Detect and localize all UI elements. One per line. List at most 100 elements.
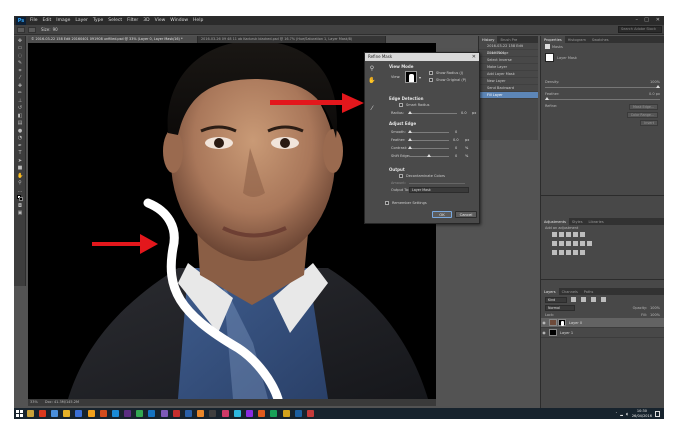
feather-value[interactable]: 0.0 px [649, 92, 660, 96]
taskbar-app-icon[interactable] [148, 410, 156, 417]
color-balance-icon[interactable] [559, 241, 564, 246]
posterize-icon[interactable] [559, 250, 564, 255]
heal-icon[interactable]: ✚ [17, 83, 23, 89]
tab-history[interactable]: History [479, 36, 498, 43]
menu-type[interactable]: Type [93, 18, 103, 23]
taskbar-app-icon[interactable] [233, 410, 241, 417]
close-icon[interactable]: ✕ [472, 53, 476, 61]
taskbar-app-icon[interactable] [197, 410, 205, 417]
mask-edge-button[interactable]: Mask Edge... [629, 104, 658, 110]
taskbar-app-icon[interactable] [160, 410, 168, 417]
taskbar-app-icon[interactable] [99, 410, 107, 417]
bw-icon[interactable] [566, 241, 571, 246]
taskbar-app-icon[interactable] [111, 410, 119, 417]
tab-styles[interactable]: Styles [569, 218, 586, 225]
brush-preset-picker[interactable] [28, 26, 36, 33]
layer-name[interactable]: Layer 1 [560, 331, 573, 335]
taskbar-app-icon[interactable] [136, 410, 144, 417]
show-radius-checkbox[interactable] [429, 71, 433, 75]
history-item[interactable]: Send Backward [479, 85, 538, 92]
history-item-active[interactable]: Fill Layer [479, 92, 538, 99]
menu-edit[interactable]: Edit [43, 18, 52, 23]
stamp-icon[interactable]: ⊥ [17, 98, 23, 104]
fill-value[interactable]: 100% [650, 313, 660, 317]
selective-color-icon[interactable] [573, 250, 578, 255]
radius-slider-knob[interactable] [408, 111, 412, 114]
mask-thumbnail[interactable] [558, 319, 566, 326]
threshold-icon[interactable] [566, 250, 571, 255]
filter-shape-icon[interactable] [601, 297, 606, 302]
exposure-icon[interactable] [573, 232, 578, 237]
taskbar-app-icon[interactable] [38, 410, 46, 417]
taskbar-app-icon[interactable] [50, 410, 58, 417]
zoom-icon[interactable]: ⚲ [17, 180, 23, 186]
shape-icon[interactable]: ■ [17, 165, 23, 171]
type-icon[interactable]: T [17, 150, 23, 156]
feather-slider-knob[interactable] [408, 138, 412, 141]
taskbar-app-icon[interactable] [26, 410, 34, 417]
history-item[interactable]: Select Inverse [479, 57, 538, 64]
smart-radius-checkbox[interactable] [399, 103, 403, 107]
show-original-checkbox[interactable] [429, 78, 433, 82]
menu-filter[interactable]: Filter [127, 18, 138, 23]
smooth-slider[interactable] [409, 132, 449, 133]
ok-button[interactable]: OK [432, 211, 452, 218]
menu-view[interactable]: View [155, 18, 166, 23]
tab-swatches[interactable]: Swatches [589, 36, 612, 43]
taskbar-app-icon[interactable] [87, 410, 95, 417]
levels-icon[interactable] [559, 232, 564, 237]
density-slider[interactable] [545, 85, 660, 88]
minimize-button[interactable]: – [636, 17, 639, 23]
color-swatch-icon[interactable] [17, 195, 23, 201]
filter-type-icon[interactable] [591, 297, 596, 302]
hue-icon[interactable] [552, 241, 557, 246]
gradient-icon[interactable]: ▤ [17, 120, 23, 126]
taskbar-app-icon[interactable] [245, 410, 253, 417]
smooth-value[interactable]: 0 [455, 130, 457, 134]
tab-histogram[interactable]: Histogram [565, 36, 589, 43]
marquee-icon[interactable]: ▭ [17, 45, 23, 51]
taskbar-app-icon[interactable] [209, 410, 217, 417]
layer-row[interactable]: ◉ Layer 1 [541, 328, 664, 338]
contrast-slider-knob[interactable] [408, 146, 412, 149]
close-window-button[interactable]: ✕ [656, 17, 660, 23]
feather-slider[interactable] [545, 97, 660, 100]
more-icon[interactable]: … [17, 188, 23, 194]
pen-icon[interactable]: ✒ [17, 143, 23, 149]
path-select-icon[interactable]: ➤ [17, 158, 23, 164]
dodge-icon[interactable]: ◔ [17, 135, 23, 141]
brush-icon[interactable]: ✏ [17, 90, 23, 96]
layer-name[interactable]: Layer 0 [569, 321, 582, 325]
zoom-level[interactable]: 33% [30, 400, 38, 404]
eraser-icon[interactable]: ◧ [17, 113, 23, 119]
radius-slider[interactable] [409, 113, 457, 114]
hand-icon[interactable]: ✋ [17, 173, 23, 179]
layer-row[interactable]: ◉ Layer 0 [541, 318, 664, 328]
curves-icon[interactable] [566, 232, 571, 237]
menu-help[interactable]: Help [193, 18, 203, 23]
hand-icon[interactable]: ✋ [368, 77, 376, 85]
size-value[interactable]: 90 [53, 27, 58, 32]
taskbar-app-icon[interactable] [270, 410, 278, 417]
tab-second-document[interactable]: 2016-03-26 09 48 11 ab Kaduruk blacked.p… [198, 36, 386, 43]
view-mode-picker[interactable] [405, 71, 417, 83]
menu-3d[interactable]: 3D [143, 18, 149, 23]
notifications-icon[interactable] [655, 410, 660, 417]
contrast-slider[interactable] [409, 148, 449, 149]
menu-image[interactable]: Image [56, 18, 70, 23]
tab-active-document[interactable]: © 2016-03-22 158 Edit 20160401 091908 un… [28, 36, 198, 43]
taskbar-app-icon[interactable] [258, 410, 266, 417]
shift-edge-slider-knob[interactable] [427, 154, 431, 157]
screen-mode-icon[interactable]: ▣ [17, 210, 23, 216]
history-brush-icon[interactable]: ↺ [17, 105, 23, 111]
move-icon[interactable]: ✥ [17, 38, 23, 44]
layer-filter-kind[interactable]: Kind [545, 296, 567, 303]
history-snapshot[interactable]: 2016-03-22 158 Edit 20160401 [479, 43, 538, 55]
tab-paths[interactable]: Paths [581, 288, 597, 295]
quick-select-icon[interactable]: ✎ [17, 60, 23, 66]
decontaminate-checkbox[interactable] [399, 174, 403, 178]
opacity-value[interactable]: 100% [650, 306, 660, 310]
taskbar-app-icon[interactable] [172, 410, 180, 417]
chevron-up-icon[interactable]: ˄ [616, 412, 618, 416]
lasso-icon[interactable]: ◌ [17, 53, 23, 59]
